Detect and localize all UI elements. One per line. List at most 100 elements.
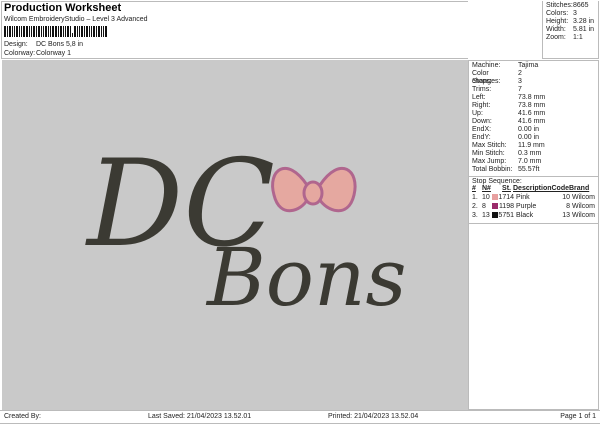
barcode-bar bbox=[33, 26, 35, 37]
barcode-bar bbox=[45, 26, 47, 37]
barcode-bar bbox=[98, 26, 100, 37]
detail-value: 0.00 in bbox=[518, 126, 540, 133]
barcode-bar bbox=[36, 26, 37, 37]
barcode-bar bbox=[9, 26, 11, 37]
detail-label: Left: bbox=[472, 94, 486, 101]
barcode-bar bbox=[70, 26, 71, 37]
column-header: Description bbox=[513, 185, 552, 192]
detail-value: 2 bbox=[518, 70, 522, 77]
thread-brand: Wilcom bbox=[572, 212, 595, 219]
details-panel: Machine: Tajima Color changes: 2 Stops: 3 Trim… bbox=[468, 60, 599, 410]
stat-value: 8665 bbox=[573, 2, 589, 9]
barcode-bar bbox=[16, 26, 18, 37]
detail-value: Tajima bbox=[518, 62, 539, 69]
barcode-bar bbox=[23, 26, 25, 37]
barcode-bar bbox=[58, 26, 59, 37]
software-name: Wilcom EmbroideryStudio – Level 3 Advanc… bbox=[4, 16, 148, 23]
needle-number: 10 bbox=[482, 194, 490, 201]
barcode-bar bbox=[4, 26, 6, 37]
stop-index: 2. bbox=[472, 203, 478, 210]
footer: Created By: Last Saved: 21/04/2023 13.52… bbox=[0, 410, 600, 424]
barcode-bar bbox=[101, 26, 102, 37]
column-header: St. bbox=[502, 185, 511, 192]
summary-stats: Stitches: 8665 Colors: 3 Height: 3.28 in Width… bbox=[542, 1, 599, 59]
thread-brand: Wilcom bbox=[572, 194, 595, 201]
stop-row: 2. 8 1198 Purple 8 Wilcom bbox=[472, 202, 595, 211]
stat-value: 1:1 bbox=[573, 34, 583, 41]
stop-index: 1. bbox=[472, 194, 478, 201]
stat-label: Zoom: bbox=[546, 34, 566, 41]
divider bbox=[469, 223, 598, 224]
barcode-bar bbox=[60, 26, 62, 37]
barcode-bar bbox=[19, 26, 20, 37]
design-text-bons: Bons bbox=[205, 231, 407, 324]
stat-row: Height: 3.28 in bbox=[543, 18, 598, 26]
colorway-name: Colorway 1 bbox=[36, 50, 72, 57]
stat-value: 3.28 in bbox=[573, 18, 595, 25]
design-name: DC Bons 5,8 in bbox=[36, 41, 84, 48]
detail-label: Up: bbox=[472, 110, 483, 117]
detail-label: Down: bbox=[472, 118, 492, 125]
detail-value: 55.57ft bbox=[518, 166, 540, 173]
stat-value: 3 bbox=[573, 10, 577, 17]
detail-value: 3 bbox=[518, 78, 522, 85]
barcode-bar bbox=[14, 26, 15, 37]
color-description: Black bbox=[516, 212, 534, 219]
detail-label: Color changes: bbox=[472, 70, 501, 85]
stat-label: Height: bbox=[546, 18, 569, 25]
stitch-count: 5751 bbox=[498, 212, 514, 219]
detail-row: Down: 41.6 mm bbox=[472, 118, 595, 126]
detail-row: Right: 73.8 mm bbox=[472, 102, 595, 110]
design-preview: DC Bons bbox=[2, 60, 468, 410]
stat-row: Colors: 3 bbox=[543, 10, 598, 18]
stop-row: 3. 13 5751 Black 13 Wilcom bbox=[472, 211, 595, 220]
barcode-bar bbox=[12, 26, 13, 37]
last-saved: Last Saved: 21/04/2023 13.52.01 bbox=[148, 413, 252, 420]
column-header: N# bbox=[482, 185, 491, 192]
barcode-bar bbox=[50, 26, 51, 37]
detail-row: Color changes: 2 bbox=[472, 70, 595, 85]
detail-row: Total Bobbin: 55.57ft bbox=[472, 166, 595, 174]
barcode-bar bbox=[105, 26, 107, 37]
detail-value: 7 bbox=[518, 86, 522, 93]
stop-index: 3. bbox=[472, 212, 478, 219]
color-code: 8 bbox=[566, 203, 570, 210]
barcode-bar bbox=[77, 26, 78, 37]
detail-label: EndY: bbox=[472, 134, 491, 141]
barcode-bar bbox=[52, 26, 54, 37]
detail-row: Max Stitch: 11.9 mm bbox=[472, 142, 595, 150]
thread-brand: Wilcom bbox=[572, 203, 595, 210]
embroidery-design: DC Bons bbox=[85, 135, 407, 324]
detail-label: EndX: bbox=[472, 126, 492, 133]
detail-label: Stops: bbox=[472, 78, 492, 85]
barcode-bar bbox=[72, 32, 73, 37]
column-header: Brand bbox=[569, 185, 590, 192]
barcode-bar bbox=[48, 26, 49, 37]
detail-value: 11.9 mm bbox=[518, 142, 545, 149]
detail-value: 73.8 mm bbox=[518, 102, 546, 109]
detail-row: Min Stitch: 0.3 mm bbox=[472, 150, 595, 158]
detail-row: EndX: 0.00 in bbox=[472, 126, 595, 134]
detail-label: Trims: bbox=[472, 86, 492, 93]
stat-value: 5.81 in bbox=[573, 26, 595, 33]
barcode-bar bbox=[21, 26, 22, 37]
page-number: Page 1 of 1 bbox=[560, 413, 596, 420]
detail-value: 41.6 mm bbox=[518, 118, 546, 125]
detail-value: 7.0 mm bbox=[518, 158, 542, 165]
created-by: Created By: bbox=[4, 413, 41, 420]
detail-label: Right: bbox=[472, 102, 491, 109]
detail-value: 41.6 mm bbox=[518, 110, 546, 117]
detail-row: EndY: 0.00 in bbox=[472, 134, 595, 142]
detail-value: 73.8 mm bbox=[518, 94, 546, 101]
stitch-count: 1198 bbox=[498, 203, 514, 210]
colorway-label: Colorway: bbox=[4, 50, 36, 57]
needle-number: 8 bbox=[482, 203, 486, 210]
barcode-bar bbox=[7, 26, 8, 37]
detail-label: Machine: bbox=[472, 62, 501, 69]
detail-label: Min Stitch: bbox=[472, 150, 505, 157]
stat-row: Width: 5.81 in bbox=[543, 26, 598, 34]
barcode-bar bbox=[55, 26, 57, 37]
stat-label: Stitches: bbox=[546, 2, 573, 9]
detail-label: Max Stitch: bbox=[472, 142, 507, 149]
column-header: # bbox=[472, 185, 476, 192]
